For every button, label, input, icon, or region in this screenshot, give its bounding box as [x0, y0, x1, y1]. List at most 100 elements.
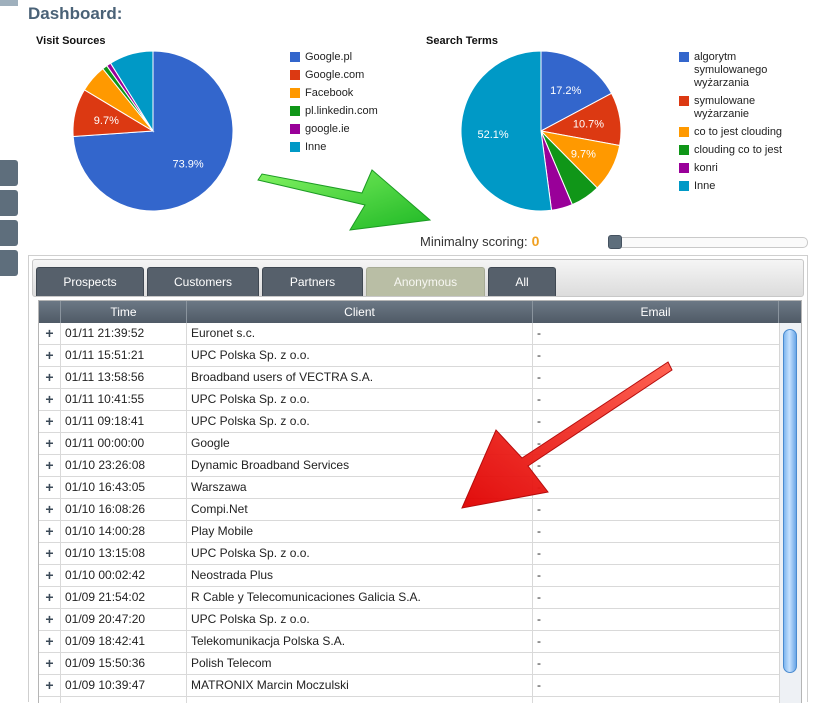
row-expand-icon[interactable]: + [39, 653, 61, 674]
row-expand-icon[interactable]: + [39, 499, 61, 520]
header-time[interactable]: Time [61, 301, 187, 323]
visits-panel: Prospects visits Customers visits Partne… [28, 255, 808, 703]
row-email: - [537, 326, 541, 340]
scoring-slider[interactable] [608, 235, 808, 249]
table-row[interactable]: +01/10 16:43:05 Warszawa - [39, 477, 779, 499]
grid-header: Time Client Email [39, 301, 801, 323]
pie-data-label-google-pl: 73.9% [172, 159, 203, 171]
legend-item-inne[interactable]: Inne [290, 141, 378, 154]
row-email: - [537, 436, 541, 450]
legend-item-algorytm-symulowanego-wy-arzania[interactable]: algorytm symulowanego wyżarzania [679, 51, 789, 90]
legend-swatch [679, 163, 689, 173]
row-expand-icon[interactable]: + [39, 565, 61, 586]
row-time: 01/09 18:42:41 [61, 631, 187, 652]
legend-item-google-com[interactable]: Google.com [290, 69, 378, 82]
table-row[interactable]: +01/11 21:39:52 Euronet s.c. - [39, 323, 779, 345]
legend-swatch [290, 70, 300, 80]
row-expand-icon[interactable]: + [39, 389, 61, 410]
table-row[interactable]: +01/10 14:00:28 Play Mobile - [39, 521, 779, 543]
table-row[interactable]: +01/09 18:42:41 Telekomunikacja Polska S.… [39, 631, 779, 653]
row-time: 01/10 16:43:05 [61, 477, 187, 498]
sidebar-top-edge [0, 0, 18, 6]
legend-swatch [679, 96, 689, 106]
row-client: UPC Polska Sp. z o.o. [187, 389, 533, 410]
row-email: - [537, 634, 541, 648]
legend-swatch [290, 106, 300, 116]
legend-swatch [290, 142, 300, 152]
row-expand-icon[interactable]: + [39, 411, 61, 432]
table-row[interactable]: +01/10 13:15:08 UPC Polska Sp. z o.o. - [39, 543, 779, 565]
legend-item-google-ie[interactable]: google.ie [290, 123, 378, 136]
table-row[interactable]: +01/11 13:58:56 Broadband users of VECTRA… [39, 367, 779, 389]
legend-swatch [679, 127, 689, 137]
tab-all-visits[interactable]: All visits [488, 267, 556, 318]
table-row[interactable]: +01/09 10:39:47 MATRONIX Marcin Moczulski… [39, 675, 779, 697]
header-email[interactable]: Email [533, 301, 779, 323]
table-row[interactable]: +01/09 15:50:36 Polish Telecom - [39, 653, 779, 675]
legend-item-konri[interactable]: konri [679, 162, 789, 175]
legend-label: Google.pl [305, 51, 353, 63]
visit-sources-pie: 73.9% 9.7% [72, 50, 234, 212]
row-time: 01/11 00:00:00 [61, 433, 187, 454]
row-client: Telekomunikacja Polska S.A. [187, 631, 533, 652]
table-row[interactable]: +01/10 00:02:42 Neostrada Plus - [39, 565, 779, 587]
row-expand-icon[interactable] [39, 697, 61, 703]
legend-item-inne[interactable]: Inne [679, 180, 789, 193]
scoring-slider-handle[interactable] [608, 235, 622, 249]
legend-swatch [290, 88, 300, 98]
sidebar-tab-4[interactable] [0, 250, 18, 276]
table-row[interactable]: +01/09 20:47:20 UPC Polska Sp. z o.o. - [39, 609, 779, 631]
row-time: 01/09 21:54:02 [61, 587, 187, 608]
row-expand-icon[interactable]: + [39, 367, 61, 388]
table-row[interactable]: +01/09 21:54:02 R Cable y Telecomunicacio… [39, 587, 779, 609]
table-row[interactable]: +01/10 16:08:26 Compi.Net - [39, 499, 779, 521]
row-expand-icon[interactable]: + [39, 345, 61, 366]
row-expand-icon[interactable]: + [39, 543, 61, 564]
table-row[interactable]: +01/11 00:00:00 Google - [39, 433, 779, 455]
grid-scrollbar[interactable] [779, 323, 801, 703]
row-email: - [537, 480, 541, 494]
row-expand-icon[interactable]: + [39, 455, 61, 476]
row-expand-icon[interactable]: + [39, 433, 61, 454]
row-expand-icon[interactable]: + [39, 521, 61, 542]
row-expand-icon[interactable]: + [39, 609, 61, 630]
table-row[interactable] [39, 697, 779, 703]
row-expand-icon[interactable]: + [39, 631, 61, 652]
grid-rows: +01/11 21:39:52 Euronet s.c. - +01/11 15:51… [39, 323, 779, 703]
table-row[interactable]: +01/11 10:41:55 UPC Polska Sp. z o.o. - [39, 389, 779, 411]
row-time: 01/09 10:39:47 [61, 675, 187, 696]
row-client: UPC Polska Sp. z o.o. [187, 411, 533, 432]
sidebar-tab-1[interactable] [0, 160, 18, 186]
grid-scrollbar-thumb[interactable] [783, 329, 797, 673]
row-client: MATRONIX Marcin Moczulski [187, 675, 533, 696]
pie-data-label-algorytm-symulowanego-wy-arzania: 17.2% [550, 85, 581, 97]
row-expand-icon[interactable]: + [39, 323, 61, 344]
header-client[interactable]: Client [187, 301, 533, 323]
legend-label: clouding co to jest [694, 144, 783, 156]
tab-anonymous-visits[interactable]: Anonymous visits [366, 267, 485, 318]
row-time: 01/10 13:15:08 [61, 543, 187, 564]
table-row[interactable]: +01/11 15:51:21 UPC Polska Sp. z o.o. - [39, 345, 779, 367]
pie-data-label-inne: 52.1% [478, 129, 509, 141]
table-row[interactable]: +01/11 09:18:41 UPC Polska Sp. z o.o. - [39, 411, 779, 433]
tab-partners-visits[interactable]: Partners visits [262, 267, 363, 318]
legend-item-symulowane-wy-arzanie[interactable]: symulowane wyżarzanie [679, 95, 789, 121]
sidebar-tab-2[interactable] [0, 190, 18, 216]
legend-item-pl-linkedin-com[interactable]: pl.linkedin.com [290, 105, 378, 118]
table-row[interactable]: +01/10 23:26:08 Dynamic Broadband Service… [39, 455, 779, 477]
legend-item-google-pl[interactable]: Google.pl [290, 51, 378, 64]
row-expand-icon[interactable]: + [39, 675, 61, 696]
legend-item-clouding-co-to-jest[interactable]: clouding co to jest [679, 144, 789, 157]
row-email: - [537, 590, 541, 604]
row-client: UPC Polska Sp. z o.o. [187, 543, 533, 564]
legend-label: Google.com [305, 69, 365, 81]
legend-item-facebook[interactable]: Facebook [290, 87, 378, 100]
row-email: - [537, 524, 541, 538]
sidebar-tab-3[interactable] [0, 220, 18, 246]
row-expand-icon[interactable]: + [39, 587, 61, 608]
tab-customers-visits[interactable]: Customers visits [147, 267, 259, 318]
row-time: 01/11 09:18:41 [61, 411, 187, 432]
row-expand-icon[interactable]: + [39, 477, 61, 498]
tab-prospects-visits[interactable]: Prospects visits [36, 267, 144, 318]
legend-item-co-to-jest-clouding[interactable]: co to jest clouding [679, 126, 789, 139]
